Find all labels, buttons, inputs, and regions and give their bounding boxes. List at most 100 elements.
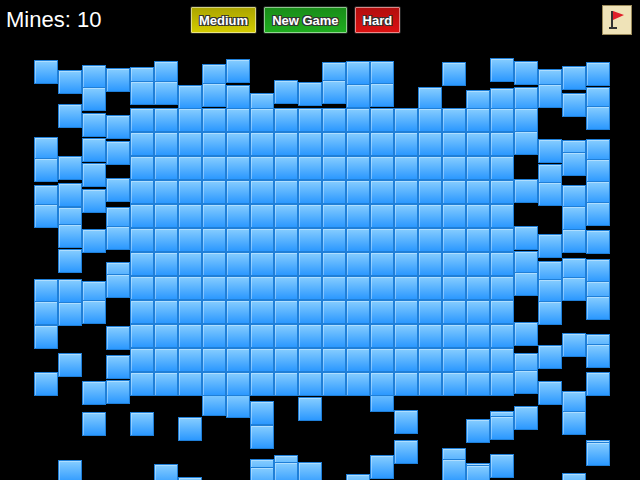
board-cell[interactable]	[442, 228, 466, 252]
board-cell[interactable]	[226, 204, 250, 228]
board-cell[interactable]	[154, 276, 178, 300]
board-cell[interactable]	[418, 156, 442, 180]
game-button[interactable]: Hard	[354, 6, 402, 34]
board-cell[interactable]	[322, 204, 346, 228]
board-cell[interactable]	[274, 300, 298, 324]
board-cell[interactable]	[298, 276, 322, 300]
board-cell[interactable]	[202, 276, 226, 300]
board-cell[interactable]	[442, 300, 466, 324]
board-cell[interactable]	[346, 300, 370, 324]
board-cell[interactable]	[346, 276, 370, 300]
board-cell[interactable]	[394, 132, 418, 156]
board-cell[interactable]	[490, 108, 514, 132]
board-cell[interactable]	[442, 372, 466, 396]
board-cell[interactable]	[202, 204, 226, 228]
board-cell[interactable]	[130, 348, 154, 372]
board-cell[interactable]	[274, 156, 298, 180]
board-cell[interactable]	[226, 132, 250, 156]
board-cell[interactable]	[202, 348, 226, 372]
board-cell[interactable]	[298, 228, 322, 252]
board-cell[interactable]	[250, 180, 274, 204]
board-cell[interactable]	[202, 156, 226, 180]
board-cell[interactable]	[226, 324, 250, 348]
board-cell[interactable]	[274, 324, 298, 348]
board-cell[interactable]	[418, 132, 442, 156]
board-cell[interactable]	[418, 228, 442, 252]
board-cell[interactable]	[226, 372, 250, 396]
board-cell[interactable]	[490, 324, 514, 348]
board-cell[interactable]	[250, 132, 274, 156]
board-cell[interactable]	[130, 108, 154, 132]
board-cell[interactable]	[370, 300, 394, 324]
board-cell[interactable]	[202, 300, 226, 324]
board-cell[interactable]	[322, 180, 346, 204]
board-cell[interactable]	[466, 300, 490, 324]
board-cell[interactable]	[322, 132, 346, 156]
board-cell[interactable]	[466, 156, 490, 180]
board-cell[interactable]	[394, 324, 418, 348]
board-cell[interactable]	[370, 348, 394, 372]
board-cell[interactable]	[490, 132, 514, 156]
board-cell[interactable]	[130, 300, 154, 324]
board-cell[interactable]	[274, 276, 298, 300]
board-cell[interactable]	[418, 276, 442, 300]
board-cell[interactable]	[442, 276, 466, 300]
board-cell[interactable]	[274, 132, 298, 156]
board-cell[interactable]	[466, 252, 490, 276]
board-cell[interactable]	[178, 228, 202, 252]
board-cell[interactable]	[226, 180, 250, 204]
board-cell[interactable]	[226, 252, 250, 276]
board-cell[interactable]	[154, 324, 178, 348]
board-cell[interactable]	[178, 180, 202, 204]
board-cell[interactable]	[442, 252, 466, 276]
board-cell[interactable]	[250, 348, 274, 372]
board-cell[interactable]	[274, 348, 298, 372]
board-cell[interactable]	[370, 180, 394, 204]
board-cell[interactable]	[154, 204, 178, 228]
board-cell[interactable]	[394, 180, 418, 204]
board-cell[interactable]	[394, 348, 418, 372]
board-cell[interactable]	[394, 228, 418, 252]
board-cell[interactable]	[154, 348, 178, 372]
board-cell[interactable]	[154, 108, 178, 132]
board-cell[interactable]	[442, 348, 466, 372]
board-cell[interactable]	[178, 204, 202, 228]
board-cell[interactable]	[394, 300, 418, 324]
board-cell[interactable]	[346, 348, 370, 372]
board-cell[interactable]	[274, 108, 298, 132]
board-cell[interactable]	[250, 252, 274, 276]
board-cell[interactable]	[394, 156, 418, 180]
board-cell[interactable]	[490, 348, 514, 372]
board-cell[interactable]	[418, 348, 442, 372]
board-cell[interactable]	[250, 156, 274, 180]
board-cell[interactable]	[298, 180, 322, 204]
board-cell[interactable]	[178, 132, 202, 156]
board-cell[interactable]	[346, 204, 370, 228]
board-cell[interactable]	[178, 300, 202, 324]
board-cell[interactable]	[394, 252, 418, 276]
board-cell[interactable]	[178, 156, 202, 180]
board-cell[interactable]	[370, 372, 394, 396]
board-cell[interactable]	[154, 300, 178, 324]
board-cell[interactable]	[226, 348, 250, 372]
board-cell[interactable]	[442, 156, 466, 180]
board-cell[interactable]	[154, 156, 178, 180]
board-cell[interactable]	[130, 228, 154, 252]
board-cell[interactable]	[202, 372, 226, 396]
board-cell[interactable]	[346, 156, 370, 180]
board-cell[interactable]	[466, 276, 490, 300]
board-cell[interactable]	[370, 204, 394, 228]
board-cell[interactable]	[298, 132, 322, 156]
board-cell[interactable]	[346, 324, 370, 348]
board-cell[interactable]	[202, 324, 226, 348]
board-cell[interactable]	[466, 132, 490, 156]
board-cell[interactable]	[274, 204, 298, 228]
board-cell[interactable]	[226, 300, 250, 324]
board-cell[interactable]	[346, 228, 370, 252]
board-cell[interactable]	[346, 372, 370, 396]
board-cell[interactable]	[442, 180, 466, 204]
board-cell[interactable]	[154, 372, 178, 396]
board-cell[interactable]	[322, 372, 346, 396]
board-cell[interactable]	[466, 180, 490, 204]
board-cell[interactable]	[466, 324, 490, 348]
